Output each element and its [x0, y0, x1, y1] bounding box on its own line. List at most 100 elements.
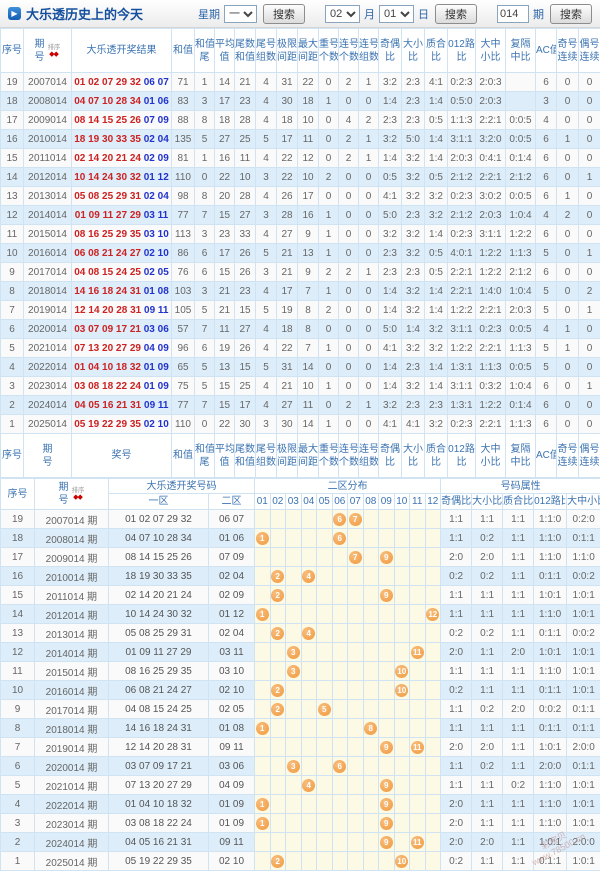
stat-cell: 18: [298, 92, 319, 111]
stat-cell: 3:2: [402, 282, 425, 301]
stat-cell: 0:0:5: [506, 111, 536, 130]
issue-search-button[interactable]: 搜索: [550, 4, 592, 24]
date-search-button[interactable]: 搜索: [435, 4, 477, 24]
zone-dist-cell: [363, 700, 379, 719]
attr-cell: 1:1:0: [534, 795, 567, 814]
front-zone-numbers: 14 16 18 24 31: [74, 286, 141, 297]
attr-cell: 1:1: [441, 662, 472, 681]
zone-dist-cell: [348, 605, 364, 624]
stat-cell: 0:1:4: [506, 396, 536, 415]
attr-cell: 1:1: [503, 567, 534, 586]
table-row: 32023014 期03 08 18 22 2401 09192:01:11:1…: [1, 814, 600, 833]
zone1-numbers-cell: 01 02 07 29 32: [109, 510, 209, 529]
sort-icon[interactable]: 排序◆◆: [71, 487, 85, 501]
day-select[interactable]: 01: [379, 5, 414, 23]
stat-cell: 17: [215, 244, 235, 263]
issue-cell: 2007014: [24, 73, 72, 92]
stat-cell: 27: [277, 225, 298, 244]
attr-cell: 1:0:1: [567, 776, 600, 795]
stat-cell: 8: [195, 111, 215, 130]
stat-cell: 19: [215, 339, 235, 358]
footer-header-row: 序号期号奖号和值和值尾平均值尾数和值尾号组数极限间距最大间距重号个数连号个数连号…: [1, 434, 600, 478]
sort-icon[interactable]: 排序◆◆: [47, 44, 61, 58]
back-zone-numbers: 09 11: [141, 305, 168, 316]
attr-cell: 1:0:1: [534, 586, 567, 605]
column-header-ballno: 10: [394, 494, 410, 510]
issue-input[interactable]: [497, 5, 529, 23]
stat-cell: 0: [339, 92, 359, 111]
stat-cell: 0: [339, 244, 359, 263]
zone-dist-cell: [394, 567, 410, 586]
zone-dist-cell: 1: [255, 795, 271, 814]
stat-cell: 1:4: [379, 282, 402, 301]
stat-cell: 27: [277, 396, 298, 415]
table-row: 192007014 期01 02 07 29 3206 07671:11:11:…: [1, 510, 600, 529]
stat-cell: 9: [298, 225, 319, 244]
stat-cell: 3:2: [425, 206, 448, 225]
stat-cell: 13: [298, 244, 319, 263]
stat-cell: 2:3: [402, 206, 425, 225]
zone-dist-cell: [363, 776, 379, 795]
zone-dist-cell: [301, 757, 317, 776]
stat-cell: 0: [579, 111, 600, 130]
stat-cell: 0: [579, 396, 600, 415]
attr-cell: 2:0: [441, 833, 472, 852]
lottery-ball: 1: [256, 608, 269, 621]
back-zone-numbers: 02 09: [141, 153, 169, 164]
lottery-ball: 10: [395, 855, 408, 868]
table-row: 5202101407 13 20 27 29 04 09966192642271…: [1, 339, 600, 358]
stat-cell: 5: [536, 301, 557, 320]
table-row: 42022014 期01 04 10 18 3201 09192:01:11:1…: [1, 795, 600, 814]
stat-cell: 1:4: [425, 130, 448, 149]
stat-cell: 4: [256, 377, 277, 396]
stat-cell: 0:2:3: [448, 187, 476, 206]
seq-cell: 8: [1, 719, 35, 738]
issue-cell: 2012014: [24, 168, 72, 187]
attr-cell: 1:1:0: [534, 605, 567, 624]
zone-dist-cell: [363, 738, 379, 757]
stat-cell: 2:0:3: [476, 73, 506, 92]
zone-dist-cell: [410, 624, 426, 643]
zone-dist-cell: [270, 776, 286, 795]
stat-cell: 3:2: [379, 73, 402, 92]
attr-cell: 1:1: [441, 719, 472, 738]
zone-dist-cell: 3: [286, 662, 302, 681]
column-header: AC值: [536, 434, 557, 478]
stat-cell: 17: [298, 187, 319, 206]
attr-cell: 1:1: [503, 719, 534, 738]
table-row: 1202501405 19 22 29 35 02 10110022303301…: [1, 415, 600, 434]
stat-cell: 2:3: [425, 396, 448, 415]
column-header-attr: 奇偶比: [441, 494, 472, 510]
zone-dist-cell: 4: [301, 567, 317, 586]
attr-cell: 0:0:2: [567, 624, 600, 643]
zone-dist-cell: [363, 510, 379, 529]
issue-cell: 2014014 期: [35, 643, 109, 662]
zone1-numbers-cell: 06 08 21 24 27: [109, 681, 209, 700]
column-header-issue[interactable]: 期号排序◆◆: [35, 479, 109, 510]
table-row: 172009014 期08 14 15 25 2607 09792:02:01:…: [1, 548, 600, 567]
attr-cell: 0:1:1: [534, 624, 567, 643]
zone-dist-cell: [394, 814, 410, 833]
stat-cell: 15: [215, 396, 235, 415]
table-row: 15201101402 14 20 21 24 02 0981116114221…: [1, 149, 600, 168]
back-zone-numbers: 02 10: [141, 419, 169, 430]
issue-cell: 2015014 期: [35, 662, 109, 681]
zone-dist-cell: [394, 700, 410, 719]
stat-cell: 6: [536, 396, 557, 415]
month-select[interactable]: 02: [325, 5, 360, 23]
attr-cell: 1:1: [472, 586, 503, 605]
week-search-button[interactable]: 搜索: [263, 4, 305, 24]
zone-dist-cell: [379, 567, 395, 586]
column-header[interactable]: 期号排序◆◆: [24, 29, 72, 73]
table-row: 4202201401 04 10 18 32 01 09655131553114…: [1, 358, 600, 377]
zone1-numbers-cell: 14 16 18 24 31: [109, 719, 209, 738]
stat-cell: 4:1: [425, 73, 448, 92]
front-zone-numbers: 02 14 20 21 24: [74, 153, 141, 164]
zone-dist-cell: [394, 605, 410, 624]
week-select[interactable]: 一: [224, 5, 257, 23]
stat-cell: 0: [557, 225, 579, 244]
lottery-ball: 1: [256, 817, 269, 830]
zone-dist-cell: 2: [270, 586, 286, 605]
stat-cell: 1:2:2: [476, 244, 506, 263]
stat-cell: 3:1:1: [448, 130, 476, 149]
